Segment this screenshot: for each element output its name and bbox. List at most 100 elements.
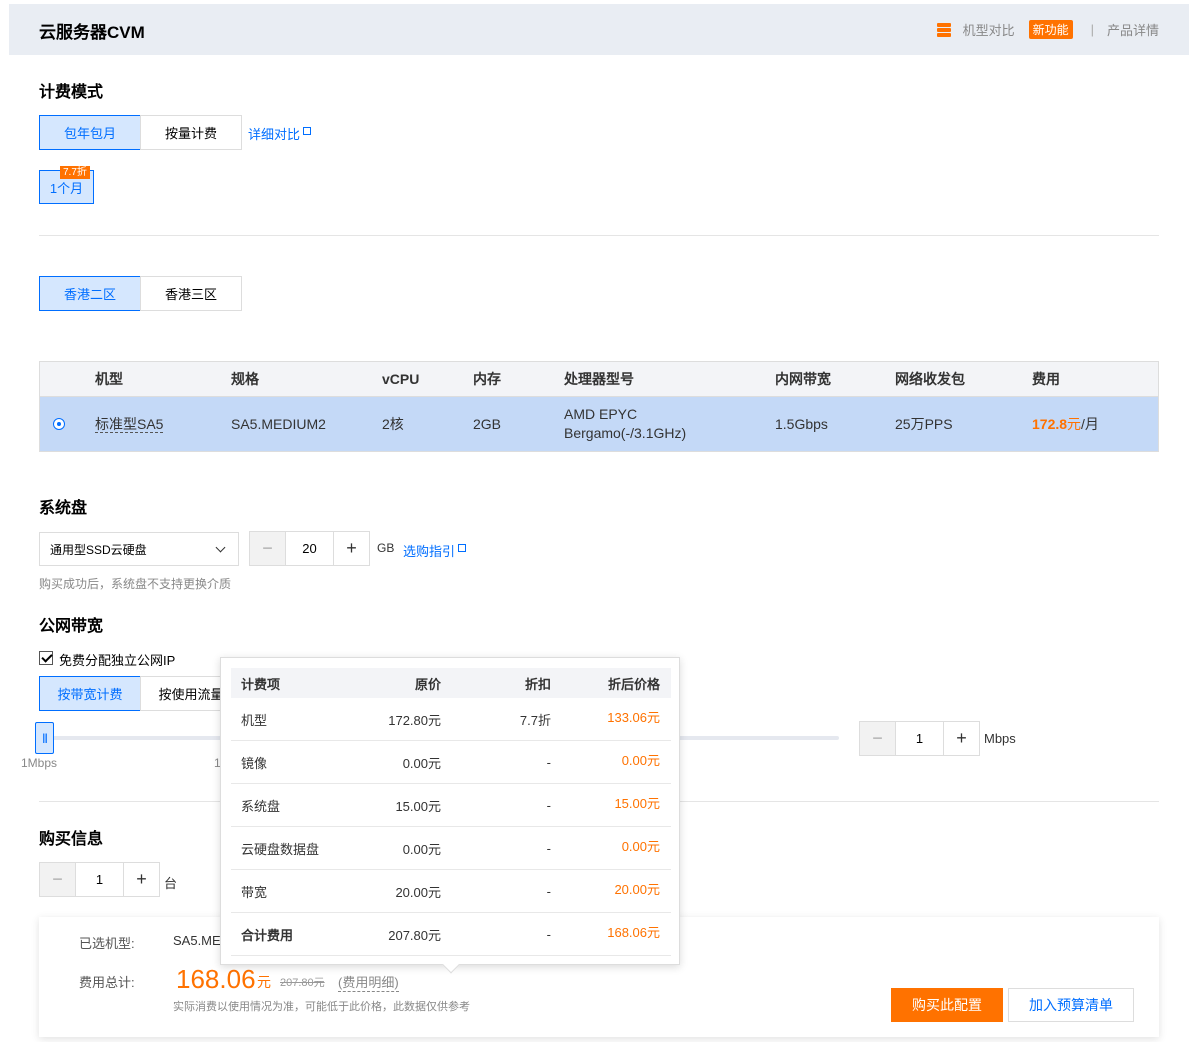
bandwidth-slider-handle[interactable]: ||| xyxy=(35,722,54,754)
header-separator: | xyxy=(1090,22,1094,37)
row-final: 15.00元 xyxy=(614,795,660,811)
cpu-model-line1: AMD EPYC xyxy=(564,406,638,422)
chevron-down-icon xyxy=(215,542,226,553)
external-link-icon xyxy=(458,544,467,552)
instance-price-unit: 元 xyxy=(1067,416,1082,432)
instance-spec: SA5.MEDIUM2 xyxy=(231,416,326,432)
bandwidth-unit: Mbps xyxy=(984,731,1016,746)
add-to-budget-button[interactable]: 加入预算清单 xyxy=(1008,988,1134,1022)
cost-detail-link[interactable]: (费用明细) xyxy=(338,972,399,992)
header-actions: 机型对比 新功能 | 产品详情 xyxy=(936,20,1159,39)
buy-button[interactable]: 购买此配置 xyxy=(891,988,1003,1022)
row-item: 镜像 xyxy=(241,755,268,771)
product-detail-link[interactable]: 产品详情 xyxy=(1107,20,1159,39)
row-final: 20.00元 xyxy=(614,881,660,897)
zone-selector: 香港二区 香港三区 xyxy=(39,276,242,311)
billing-option-prepaid[interactable]: 包年包月 xyxy=(39,115,141,150)
col-price: 费用 xyxy=(1032,371,1060,387)
cost-note: 实际消费以使用情况为准，可能低于此价格，此数据仅供参考 xyxy=(173,1001,470,1013)
purchase-title: 购买信息 xyxy=(39,831,104,848)
col-final: 折后价格 xyxy=(607,676,660,692)
bandwidth-stepper: − 1 + xyxy=(859,721,980,756)
row-discount: - xyxy=(546,840,551,856)
row-original: 20.00元 xyxy=(395,884,441,900)
col-memory: 内存 xyxy=(473,371,501,387)
top-header: 云服务器CVM 机型对比 新功能 | 产品详情 xyxy=(9,4,1189,55)
new-feature-badge: 新功能 xyxy=(1028,20,1073,39)
quantity-decrement[interactable]: − xyxy=(40,863,75,896)
free-ip-label: 免费分配独立公网IP xyxy=(59,653,176,668)
instance-price-period: /月 xyxy=(1081,416,1099,432)
disk-guide-link[interactable]: 选购指引 xyxy=(403,541,467,560)
disk-size-value[interactable]: 20 xyxy=(285,532,334,565)
bandwidth-value[interactable]: 1 xyxy=(895,722,944,755)
selected-type-label: 已选机型: xyxy=(79,936,135,951)
row-original: 172.80元 xyxy=(388,712,441,728)
disk-size-increment[interactable]: + xyxy=(334,532,369,565)
col-item: 计费项 xyxy=(241,676,281,692)
quantity-value[interactable]: 1 xyxy=(75,863,124,896)
table-row: 带宽 20.00元 - 20.00元 xyxy=(231,870,671,913)
row-radio[interactable] xyxy=(53,418,65,430)
row-original: 0.00元 xyxy=(402,755,441,771)
total-unit: 元 xyxy=(257,974,271,990)
col-discount: 折扣 xyxy=(524,676,551,692)
col-cpu-model: 处理器型号 xyxy=(564,371,634,387)
row-item: 带宽 xyxy=(241,884,268,900)
billing-mode-title: 计费模式 xyxy=(39,84,104,101)
quantity-increment[interactable]: + xyxy=(124,863,159,896)
original-price: 207.80元 xyxy=(280,977,325,989)
instance-price: 172.8元/月 xyxy=(1032,414,1152,434)
compare-icon[interactable] xyxy=(936,22,951,37)
instance-bandwidth: 1.5Gbps xyxy=(775,416,828,432)
table-row: 镜像 0.00元 - 0.00元 xyxy=(231,741,671,784)
table-row: 云硬盘数据盘 0.00元 - 0.00元 xyxy=(231,827,671,870)
bandwidth-title: 公网带宽 xyxy=(39,618,104,635)
bandwidth-decrement[interactable]: − xyxy=(860,722,895,755)
instance-cpu-model: AMD EPYC Bergamo(-/3.1GHz) xyxy=(564,405,775,443)
bandwidth-increment[interactable]: + xyxy=(944,722,979,755)
row-original: 15.00元 xyxy=(395,798,441,814)
billing-option-postpaid[interactable]: 按量计费 xyxy=(140,115,242,150)
free-ip-checkbox[interactable] xyxy=(39,651,53,665)
bandwidth-option-bandwidth[interactable]: 按带宽计费 xyxy=(39,676,141,711)
billing-compare-label[interactable]: 详细对比 xyxy=(248,127,300,142)
col-original: 原价 xyxy=(414,676,441,692)
row-item: 云硬盘数据盘 xyxy=(241,841,320,857)
billing-mode-selector: 包年包月 按量计费 xyxy=(39,115,242,150)
disk-size-decrement[interactable]: − xyxy=(250,532,285,565)
total-label: 费用总计: xyxy=(79,975,135,990)
col-pps: 网络收发包 xyxy=(895,371,965,387)
col-type: 机型 xyxy=(95,371,123,387)
row-final: 0.00元 xyxy=(621,838,660,854)
instance-type[interactable]: 标准型SA5 xyxy=(95,416,164,433)
disk-guide-label[interactable]: 选购指引 xyxy=(403,544,455,559)
price-detail-header: 计费项 原价 折扣 折后价格 xyxy=(231,668,671,698)
col-spec: 规格 xyxy=(231,371,259,387)
row-final: 133.06元 xyxy=(607,709,660,725)
row-discount: 7.7折 xyxy=(519,712,551,728)
table-row[interactable]: 标准型SA5 SA5.MEDIUM2 2核 2GB AMD EPYC Berga… xyxy=(40,396,1158,451)
cpu-model-line2: Bergamo(-/3.1GHz) xyxy=(564,425,687,441)
instance-vcpu: 2核 xyxy=(382,416,404,432)
row-item: 系统盘 xyxy=(241,798,281,814)
instance-table: 机型 规格 vCPU 内存 处理器型号 内网带宽 网络收发包 费用 标准型SA5… xyxy=(39,361,1159,452)
zone-option-hk3[interactable]: 香港三区 xyxy=(140,276,242,311)
compare-link[interactable]: 机型对比 xyxy=(963,20,1015,39)
row-discount: - xyxy=(546,926,551,942)
disk-hint: 购买成功后，系统盘不支持更换介质 xyxy=(39,577,232,591)
table-row: 系统盘 15.00元 - 15.00元 xyxy=(231,784,671,827)
table-row: 机型 172.80元 7.7折 133.06元 xyxy=(231,698,671,741)
row-discount: - xyxy=(546,797,551,813)
zone-option-hk2[interactable]: 香港二区 xyxy=(39,276,141,311)
system-disk-title: 系统盘 xyxy=(39,500,88,517)
disk-type-select[interactable]: 通用型SSD云硬盘 xyxy=(39,532,239,566)
row-discount: - xyxy=(546,883,551,899)
col-vcpu: vCPU xyxy=(382,371,420,387)
row-discount: - xyxy=(546,754,551,770)
instance-pps: 25万PPS xyxy=(895,416,953,432)
discount-tag: 7.7折 xyxy=(60,166,90,179)
total-price: 168.06 xyxy=(176,964,256,994)
billing-compare-link[interactable]: 详细对比 xyxy=(248,124,312,143)
quantity-unit: 台 xyxy=(164,876,178,891)
